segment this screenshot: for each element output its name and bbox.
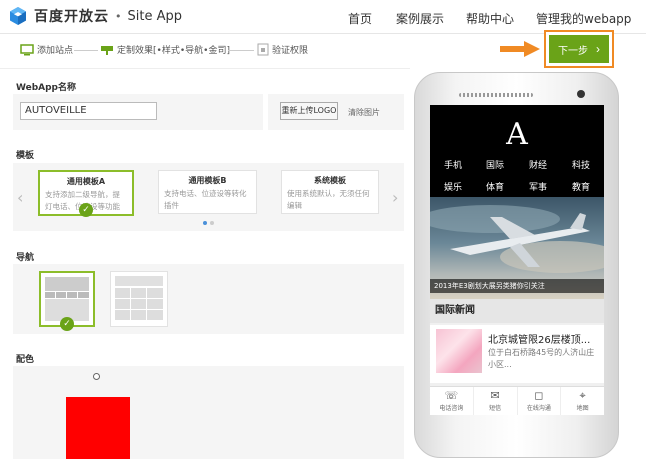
pager-dot-active[interactable] xyxy=(203,221,207,225)
nav-cases[interactable]: 案例展示 xyxy=(396,10,444,27)
chat-icon: ◻ xyxy=(534,389,544,402)
hero-image[interactable]: 2013年E3剧划大展另类猪你引关注 xyxy=(430,197,604,299)
paint-icon xyxy=(101,45,113,55)
step-verify: 验证权限 xyxy=(257,43,308,56)
nav-layout-option-grid[interactable] xyxy=(110,271,168,327)
bottom-item-sms[interactable]: ✉ 短信 xyxy=(474,387,518,415)
pointer-arrow-icon xyxy=(500,41,540,57)
phone-nav-item[interactable]: 国际 xyxy=(486,158,504,171)
clear-image-link[interactable]: 清除图片 xyxy=(348,107,380,118)
map-pin-icon: ⌖ xyxy=(579,389,586,402)
nav-layout-grid-icon xyxy=(115,276,163,320)
step-add-site: 添加站点 xyxy=(20,43,73,56)
phone-nav-item[interactable]: 教育 xyxy=(572,180,590,193)
cube-logo-icon xyxy=(10,7,26,25)
check-icon: ✓ xyxy=(60,317,74,331)
chevron-right-icon[interactable]: › xyxy=(392,188,398,207)
logo-text: 百度开放云 xyxy=(34,9,109,25)
news-title: 北京城管限26层楼顶... xyxy=(488,335,591,346)
nav-home[interactable]: 首页 xyxy=(348,10,372,27)
hero-caption: 2013年E3剧划大展另类猪你引关注 xyxy=(430,279,604,293)
top-bar: 百度开放云 • Site App 首页 案例展示 帮助中心 管理我的webapp xyxy=(0,0,646,34)
next-step-button[interactable]: 下一步 › xyxy=(549,35,609,63)
step-connector xyxy=(228,50,254,51)
next-button-highlight: 下一步 › xyxy=(544,30,614,68)
template-label: 模板 xyxy=(16,151,35,161)
step-connector xyxy=(74,50,98,51)
news-description: 位于白石桥路45号的人济山庄小区... xyxy=(488,348,595,369)
webapp-name-label: WebApp名称 xyxy=(16,83,77,93)
bottom-item-map[interactable]: ⌖ 地图 xyxy=(561,387,604,415)
bottom-item-call[interactable]: ☏ 电话咨询 xyxy=(430,387,474,415)
check-icon: ✓ xyxy=(79,203,93,217)
webapp-name-input[interactable]: AUTOVEILLE xyxy=(20,102,157,120)
logo-subtitle: Site App xyxy=(127,8,183,24)
nav-layout-bar-icon xyxy=(45,277,89,321)
template-card-b[interactable]: 通用模板B 支持电话、位迹设等转化插件 xyxy=(158,170,257,214)
bottom-item-chat[interactable]: ◻ 在线沟通 xyxy=(518,387,562,415)
phone-nav-item[interactable]: 军事 xyxy=(529,180,547,193)
phone-icon: ☏ xyxy=(444,389,459,402)
phone-nav-item[interactable]: 科技 xyxy=(572,158,590,171)
phone-nav-item[interactable]: 娱乐 xyxy=(444,180,462,193)
logo-separator: • xyxy=(115,9,122,23)
phone-nav-item[interactable]: 体育 xyxy=(486,180,504,193)
lock-icon xyxy=(257,43,269,56)
nav-label: 导航 xyxy=(16,253,35,263)
monitor-icon xyxy=(20,43,34,55)
news-item[interactable]: 北京城管限26层楼顶... 位于白石桥路45号的人济山庄小区... xyxy=(430,325,604,383)
color-picker-handle[interactable] xyxy=(93,373,100,380)
logo[interactable]: 百度开放云 • Site App xyxy=(8,6,182,26)
chevron-left-icon[interactable]: ‹ xyxy=(17,188,23,207)
nav-help[interactable]: 帮助中心 xyxy=(466,10,514,27)
phone-speaker xyxy=(459,93,533,97)
phone-screen: A 手机 国际 财经 科技 娱乐 体育 军事 教育 2013年E3剧划大展另类猪… xyxy=(430,105,604,415)
pager-dot[interactable] xyxy=(210,221,214,225)
message-icon: ✉ xyxy=(490,389,500,402)
nav-manage-webapp[interactable]: 管理我的webapp xyxy=(536,10,631,27)
color-label: 配色 xyxy=(16,355,35,365)
airplane-image xyxy=(430,205,604,273)
chevron-right-icon: › xyxy=(596,42,600,56)
phone-nav-item[interactable]: 财经 xyxy=(529,158,547,171)
site-logo-letter: A xyxy=(506,117,528,152)
color-swatch[interactable] xyxy=(66,397,130,459)
reupload-logo-button[interactable]: 重新上传LOGO xyxy=(280,102,338,120)
phone-nav-item[interactable]: 手机 xyxy=(444,158,462,171)
template-card-system[interactable]: 系统模板 使用系统默认，无须任何编辑 xyxy=(281,170,379,214)
news-thumbnail xyxy=(436,329,482,373)
news-section-header: 国际新闻 xyxy=(430,299,604,323)
step-customize: 定制效果[•样式•导航•金司] xyxy=(100,43,230,56)
phone-bottom-bar: ☏ 电话咨询 ✉ 短信 ◻ 在线沟通 ⌖ 地图 xyxy=(430,386,604,415)
divider xyxy=(0,68,410,69)
phone-camera xyxy=(577,90,585,98)
